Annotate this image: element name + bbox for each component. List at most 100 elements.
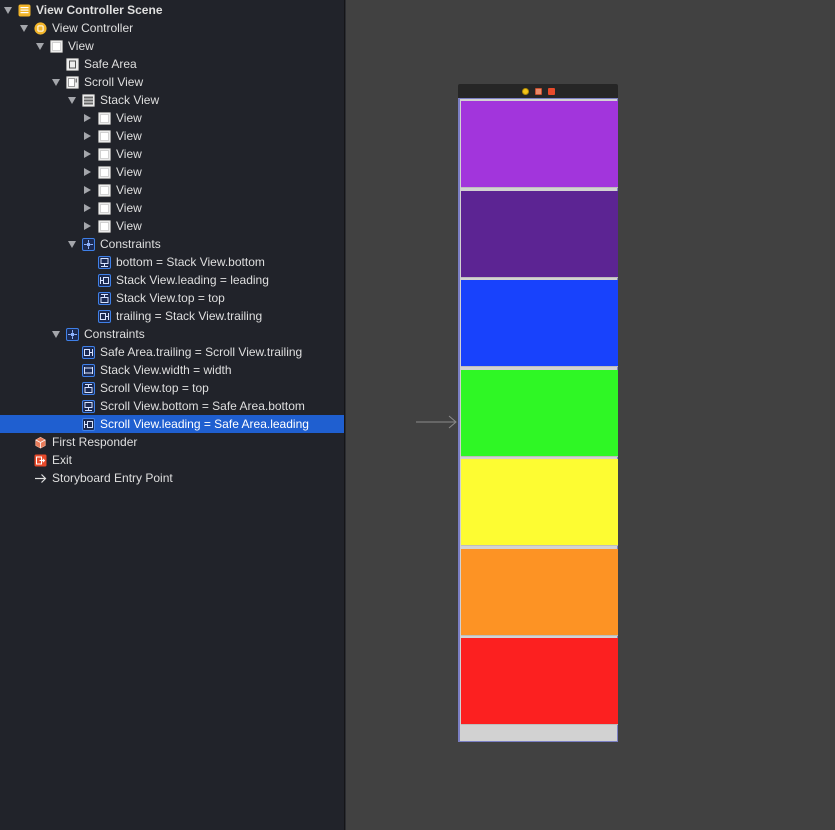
outline-stack-subview-3[interactable]: View [0,145,344,163]
outline-row-label: View [116,165,142,179]
outline-row-label: View [68,39,94,53]
outline-row-label: bottom = Stack View.bottom [116,255,265,269]
outline-stack-subview-7[interactable]: View [0,217,344,235]
view-icon [98,129,111,143]
outline-stack-subview-6[interactable]: View [0,199,344,217]
outline-constraint-scroll-bottom[interactable]: Scroll View.bottom = Safe Area.bottom [0,397,344,415]
outline-row-label: View [116,147,142,161]
outline-row-label: Stack View.top = top [116,291,225,305]
outline-row-label: View [116,183,142,197]
outline-constraint-trailing[interactable]: trailing = Stack View.trailing [0,307,344,325]
outline-constraint-safe-trailing[interactable]: Safe Area.trailing = Scroll View.trailin… [0,343,344,361]
outline-view-controller[interactable]: View Controller [0,19,344,37]
outline-row-label: Stack View [100,93,160,107]
disclosure-closed-icon[interactable] [83,113,92,123]
storyboard-canvas[interactable] [346,0,835,830]
outline-stack-subview-2[interactable]: View [0,127,344,145]
outline-first-responder[interactable]: First Responder [0,433,344,451]
disclosure-closed-icon[interactable] [83,221,92,231]
outline-list: View Controller Scene View Controller View… [0,0,344,487]
disclosure-closed-icon[interactable] [83,131,92,141]
stack-subview-1[interactable] [461,101,618,188]
stack-view-icon [82,93,95,107]
outline-constraint-width[interactable]: Stack View.width = width [0,361,344,379]
safe-area-icon [66,57,79,71]
outline-stack-subview-1[interactable]: View [0,109,344,127]
outline-storyboard-entry-point[interactable]: Storyboard Entry Point [0,469,344,487]
view-icon [50,39,63,53]
outline-row-label: Scroll View.bottom = Safe Area.bottom [100,399,305,413]
first-responder-icon [34,436,47,449]
constraint-top-icon [82,381,95,395]
entry-point-arrow-icon[interactable] [416,414,458,430]
disclosure-closed-icon[interactable] [83,149,92,159]
disclosure-open-icon[interactable] [67,239,76,249]
outline-view[interactable]: View [0,37,344,55]
disclosure-open-icon[interactable] [51,77,60,87]
outline-constraint-scroll-top[interactable]: Scroll View.top = top [0,379,344,397]
outline-constraint-top[interactable]: Stack View.top = top [0,289,344,307]
outline-row-label: Stack View.leading = leading [116,273,269,287]
stack-subview-4[interactable] [461,369,618,457]
outline-row-label: View [116,129,142,143]
constraint-bottom-icon [82,399,95,413]
first-responder-icon[interactable] [534,87,542,95]
stack-subview-2[interactable] [461,190,618,278]
outline-view-constraints[interactable]: Constraints [0,325,344,343]
outline-stack-view[interactable]: Stack View [0,91,344,109]
outline-row-label: Scroll View.top = top [100,381,209,395]
outline-row-label: trailing = Stack View.trailing [116,309,263,323]
disclosure-open-icon[interactable] [67,95,76,105]
outline-row-label: Scroll View.leading = Safe Area.leading [100,417,309,431]
constraint-trailing-icon [82,345,95,359]
outline-row-label: View Controller [52,21,134,35]
constraint-leading-icon [82,417,95,431]
outline-scroll-view[interactable]: Scroll View [0,73,344,91]
exit-icon[interactable] [547,87,555,95]
stack-subview-6[interactable] [461,548,618,636]
scene-icon [18,4,31,17]
outline-scroll-view-constraints[interactable]: Constraints [0,235,344,253]
outline-row-label: Constraints [100,237,161,251]
constraints-icon [82,237,95,251]
exit-icon [34,454,47,467]
disclosure-open-icon[interactable] [35,41,44,51]
outline-row-label: Storyboard Entry Point [52,471,173,485]
entry-point-arrow-icon [34,472,47,485]
disclosure-open-icon[interactable] [19,23,28,33]
outline-exit[interactable]: Exit [0,451,344,469]
outline-stack-subview-4[interactable]: View [0,163,344,181]
stack-subview-5[interactable] [461,459,618,546]
disclosure-closed-icon[interactable] [83,185,92,195]
outline-safe-area[interactable]: Safe Area [0,55,344,73]
disclosure-open-icon[interactable] [51,329,60,339]
view-controller-icon[interactable] [521,87,529,95]
scroll-view-canvas[interactable] [458,98,618,742]
scroll-view-icon [66,75,79,89]
outline-row-label: Stack View.width = width [100,363,232,377]
view-icon [98,219,111,233]
outline-row-label: View [116,111,142,125]
constraint-width-icon [82,363,95,377]
outline-row-label: First Responder [52,435,138,449]
disclosure-closed-icon[interactable] [83,203,92,213]
outline-stack-subview-5[interactable]: View [0,181,344,199]
outline-row-label: View Controller Scene [36,3,163,17]
outline-constraint-leading[interactable]: Stack View.leading = leading [0,271,344,289]
outline-view-controller-scene[interactable]: View Controller Scene [0,1,344,19]
constraints-icon [66,327,79,341]
stack-view-canvas[interactable] [461,101,618,728]
constraint-top-icon [98,291,111,305]
view-controller-icon [34,21,47,35]
outline-constraint-scroll-leading[interactable]: Scroll View.leading = Safe Area.leading [0,415,344,433]
constraint-bottom-icon [98,255,111,269]
view-icon [98,165,111,179]
disclosure-open-icon[interactable] [3,5,12,15]
stack-subview-3[interactable] [461,280,618,367]
outline-row-label: Safe Area.trailing = Scroll View.trailin… [100,345,303,359]
view-controller-scene-frame[interactable] [458,84,618,742]
outline-constraint-bottom[interactable]: bottom = Stack View.bottom [0,253,344,271]
disclosure-closed-icon[interactable] [83,167,92,177]
stack-subview-7[interactable] [461,638,618,725]
view-icon [98,111,111,125]
